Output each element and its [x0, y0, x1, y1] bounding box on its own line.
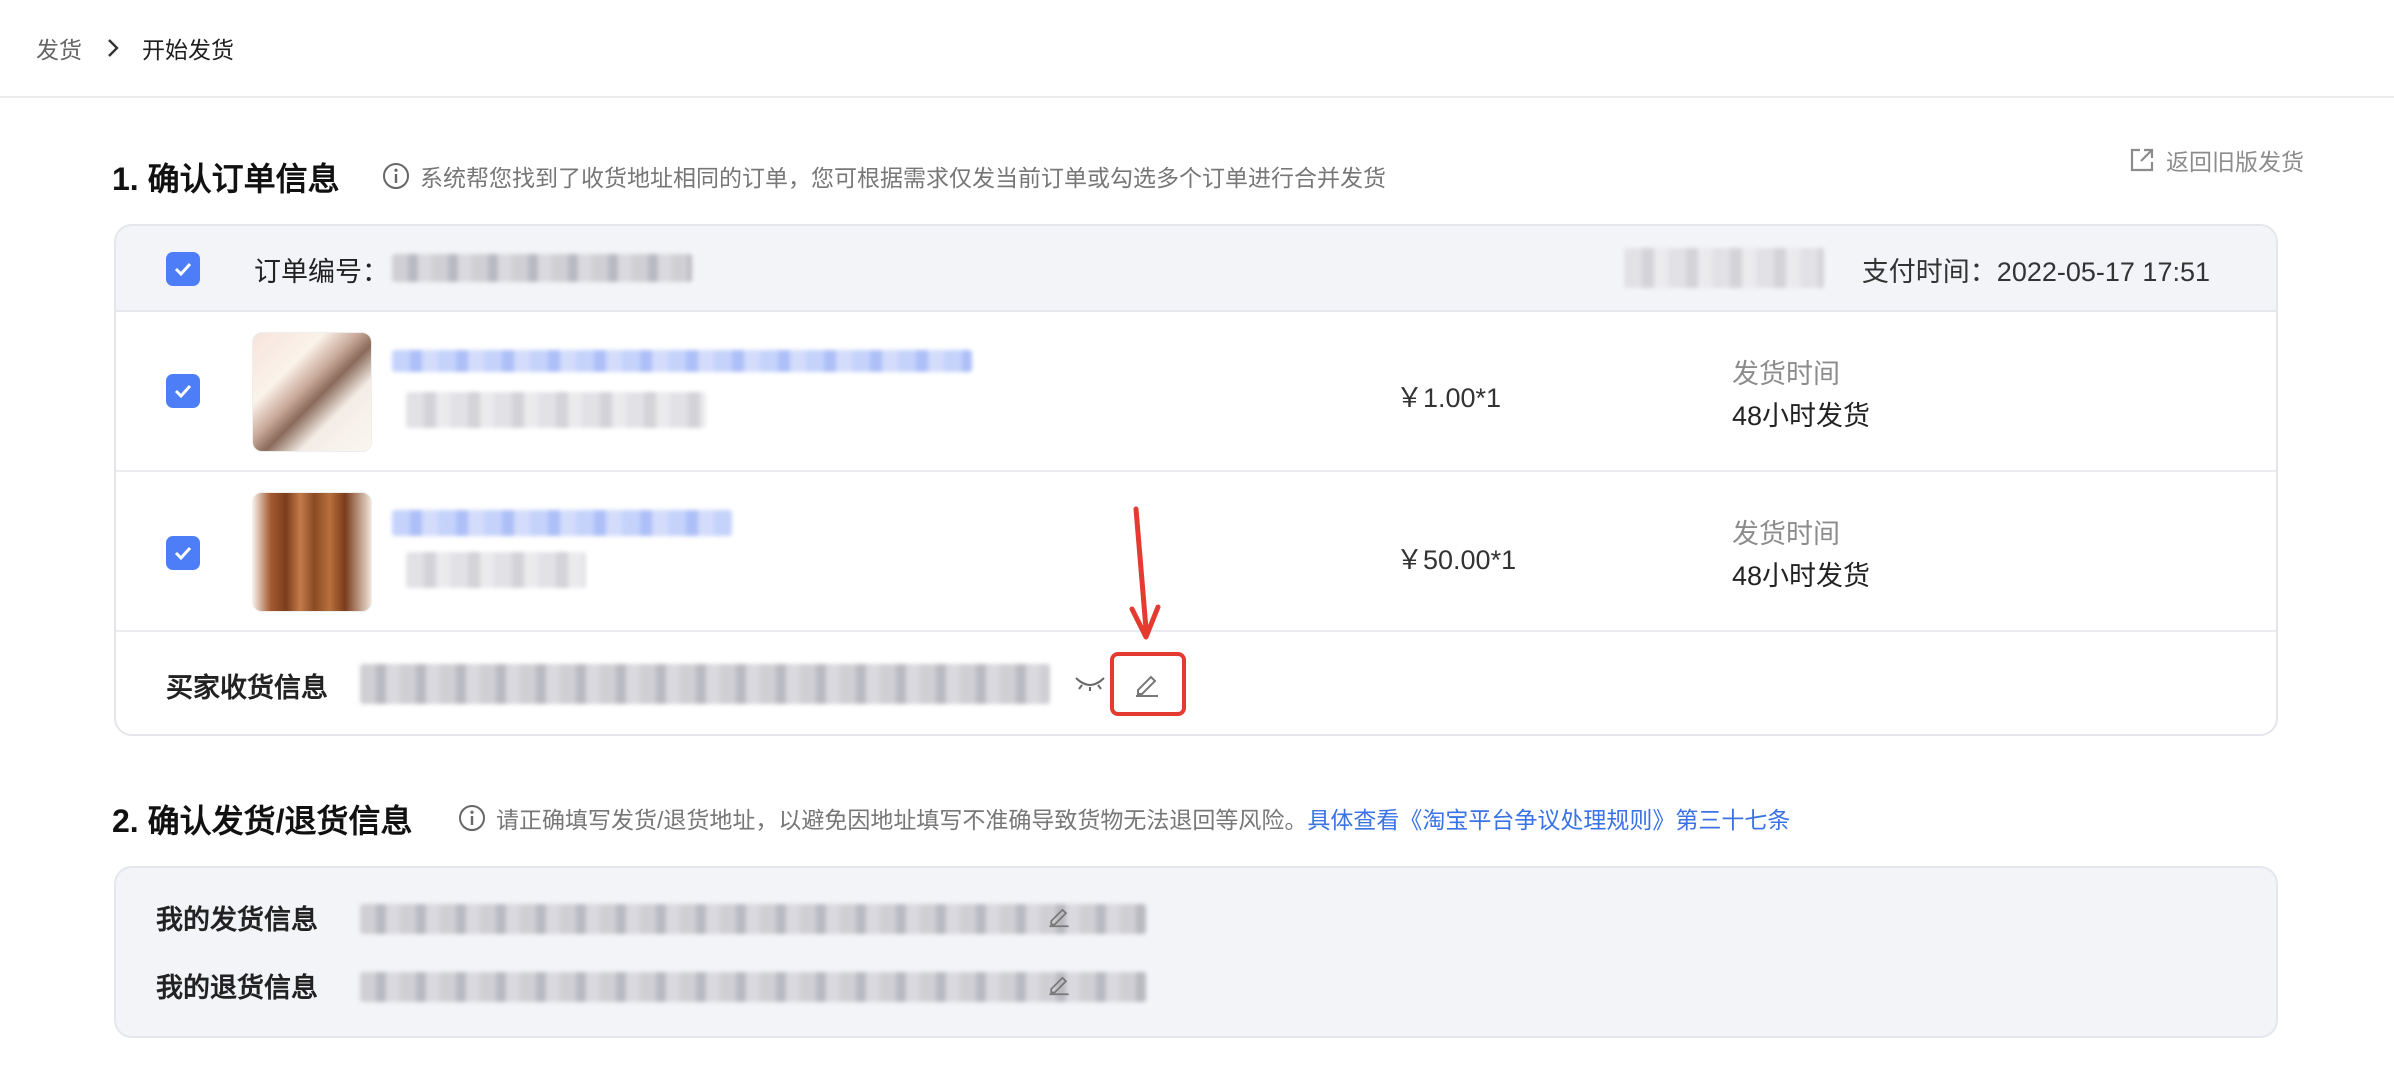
checkbox-checked-icon	[174, 384, 192, 399]
order-number-redacted	[392, 254, 692, 282]
item-select-checkbox[interactable]	[166, 536, 200, 570]
checkbox-checked-icon	[174, 262, 192, 277]
breadcrumb-root[interactable]: 发货	[36, 31, 82, 65]
buyer-address-redacted	[360, 664, 1050, 704]
product-thumbnail[interactable]	[252, 332, 372, 452]
product-thumbnail[interactable]	[252, 492, 372, 612]
item-price: ￥1.00*1	[1396, 383, 1502, 413]
section2-hint-text: 请正确填写发货/退货地址，以避免因地址填写不准确导致货物无法退回等风险。	[496, 807, 1308, 833]
section1-hint-text: 系统帮您找到了收货地址相同的订单，您可根据需求仅发当前订单或勾选多个订单进行合并…	[420, 165, 1386, 191]
return-old-version-link[interactable]: 返回旧版发货	[2128, 143, 2304, 177]
info-icon	[458, 804, 486, 832]
edit-pencil-icon[interactable]	[1132, 668, 1162, 698]
eye-closed-icon[interactable]	[1074, 674, 1106, 692]
section1-hint: 系统帮您找到了收货地址相同的订单，您可根据需求仅发当前订单或勾选多个订单进行合并…	[382, 159, 1386, 193]
return-address-redacted	[360, 972, 1146, 1002]
product-sku-redacted	[406, 552, 586, 588]
shipping-info-card: 我的发货信息 我的退货信息	[114, 866, 2278, 1038]
external-link-icon	[2128, 146, 2156, 174]
header-divider	[0, 96, 2394, 98]
section2-hint: 请正确填写发货/退货地址，以避免因地址填写不准确导致货物无法退回等风险。 具体查…	[458, 801, 1790, 835]
info-icon	[382, 162, 410, 190]
ship-time-label: 发货时间	[1732, 519, 1840, 549]
order-item: ￥1.00*1 发货时间 48小时发货	[116, 312, 2276, 472]
order-header: 订单编号： 支付时间：2022-05-17 17:51	[116, 226, 2276, 312]
dispute-rules-link[interactable]: 具体查看《淘宝平台争议处理规则》第三十七条	[1307, 801, 1790, 835]
pay-time: 支付时间：2022-05-17 17:51	[1861, 257, 2210, 287]
shop-name-redacted	[1624, 248, 1824, 288]
buyer-info-row: 买家收货信息	[116, 632, 2276, 734]
order-card: 订单编号： 支付时间：2022-05-17 17:51 ￥1.00*1 发货时间…	[114, 224, 2278, 736]
edit-pencil-icon[interactable]	[1046, 902, 1072, 928]
send-address-redacted	[360, 904, 1146, 934]
product-sku-redacted	[406, 392, 706, 428]
arrow-down-icon	[1129, 506, 1161, 640]
item-select-checkbox[interactable]	[166, 374, 200, 408]
ship-time-value: 48小时发货	[1732, 561, 1871, 591]
chevron-right-icon	[106, 37, 120, 59]
ship-time-label: 发货时间	[1732, 359, 1840, 389]
section1-title: 1. 确认订单信息	[112, 161, 340, 197]
breadcrumb: 发货 开始发货	[36, 30, 234, 66]
order-item: ￥50.00*1 发货时间 48小时发货	[116, 472, 2276, 632]
product-title-redacted[interactable]	[392, 350, 972, 372]
ship-time-value: 48小时发货	[1732, 401, 1871, 431]
section2-title: 2. 确认发货/退货信息	[112, 803, 413, 839]
order-number-label: 订单编号：	[254, 257, 389, 287]
breadcrumb-current: 开始发货	[142, 37, 234, 63]
checkbox-checked-icon	[174, 546, 192, 561]
buyer-info-label: 买家收货信息	[166, 673, 328, 703]
product-title-redacted[interactable]	[392, 510, 732, 536]
return-info-label: 我的退货信息	[156, 973, 318, 1003]
order-select-checkbox[interactable]	[166, 252, 200, 286]
send-info-label: 我的发货信息	[156, 905, 318, 935]
return-old-version-label: 返回旧版发货	[2166, 149, 2304, 175]
edit-pencil-icon[interactable]	[1046, 970, 1072, 996]
item-price: ￥50.00*1	[1396, 545, 1517, 575]
